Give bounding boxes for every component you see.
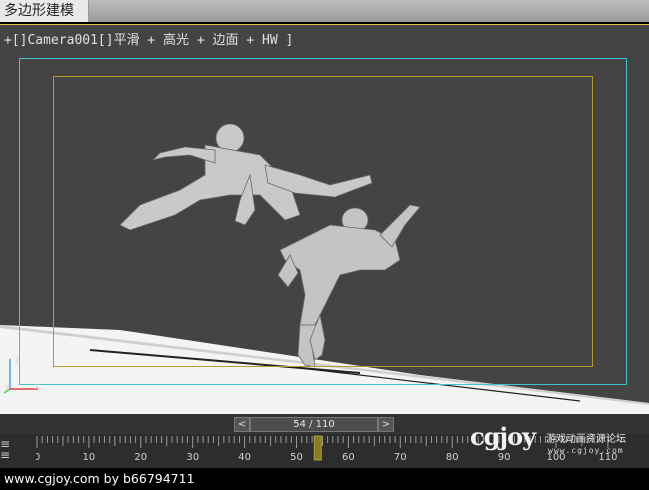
time-slider[interactable]: 54 / 110 bbox=[250, 417, 378, 432]
watermark-url: www.cgjoy.com bbox=[548, 446, 624, 455]
ribbon-strip bbox=[89, 0, 649, 22]
ruler-number: 30 bbox=[186, 452, 199, 463]
footer-credit: www.cgjoy.com by b66794711 bbox=[0, 468, 649, 490]
ruler-number: 70 bbox=[394, 452, 407, 463]
ruler-number: 60 bbox=[342, 452, 355, 463]
ruler-number: 10 bbox=[83, 452, 96, 463]
viewport-label[interactable]: +[]Camera001[]平滑 + 高光 + 边面 + HW ] bbox=[4, 29, 293, 48]
track-view-icon[interactable]: ≡ ≡ bbox=[0, 438, 16, 461]
current-frame-marker bbox=[313, 435, 322, 461]
next-frame-button[interactable]: > bbox=[378, 417, 394, 432]
previous-frame-button[interactable]: < bbox=[234, 417, 250, 432]
axis-y-label: y bbox=[4, 381, 11, 392]
axis-z-label: z bbox=[14, 355, 21, 366]
axis-x-label: x bbox=[34, 381, 41, 392]
ruler-number: 80 bbox=[446, 452, 459, 463]
axis-tripod: z y x bbox=[3, 355, 44, 395]
ruler-number: 40 bbox=[238, 452, 251, 463]
ruler-number: 0 bbox=[36, 452, 40, 463]
cgjoy-logo: cgjoy bbox=[470, 422, 536, 451]
watermark-subtitle: 游戏动画资源论坛 bbox=[546, 434, 626, 445]
ruler-number: 50 bbox=[290, 452, 303, 463]
action-safe-frame bbox=[53, 76, 593, 367]
ruler-number: 20 bbox=[134, 452, 147, 463]
camera-viewport[interactable]: +[]Camera001[]平滑 + 高光 + 边面 + HW ] z y x bbox=[0, 24, 649, 414]
ribbon-tab-polygon-modeling[interactable]: 多边形建模 bbox=[0, 0, 89, 22]
ruler-number: 90 bbox=[498, 452, 511, 463]
